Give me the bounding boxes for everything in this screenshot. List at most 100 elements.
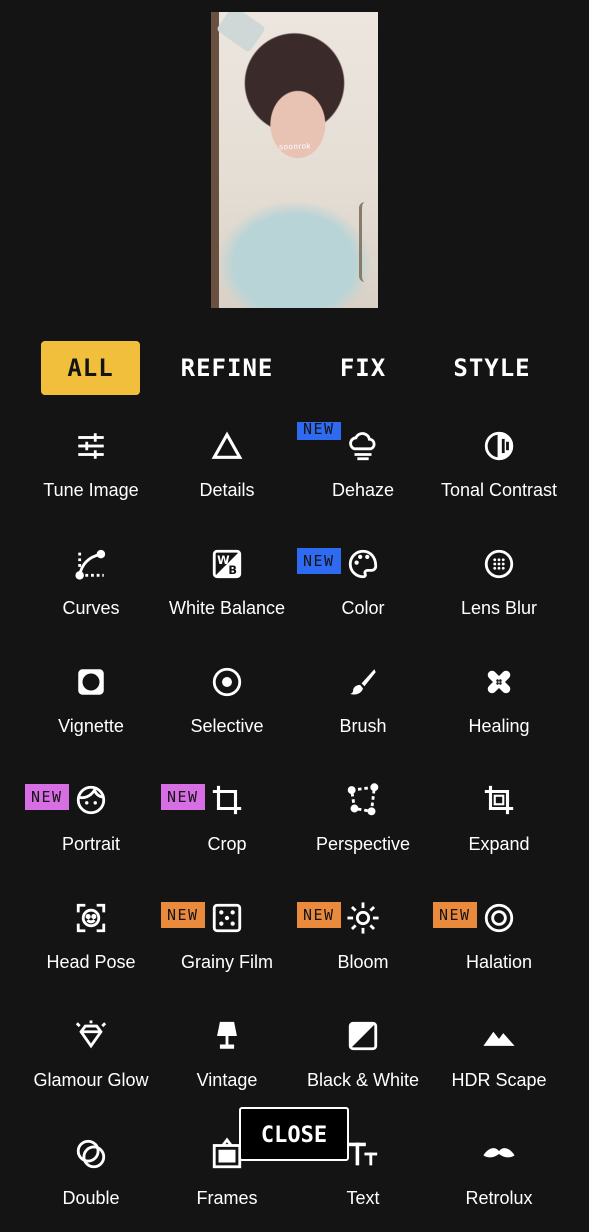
tool-label: Tonal Contrast (440, 480, 558, 500)
text-icon (345, 1136, 381, 1172)
tool-selective[interactable]: Selective (158, 650, 296, 760)
dice-icon (209, 900, 245, 936)
tool-tune-image[interactable]: Tune Image (22, 414, 160, 524)
tool-double[interactable]: Double (22, 1122, 160, 1232)
tool-label: Selective (190, 716, 264, 736)
vignette-icon (73, 664, 109, 700)
tool-label: Vintage (196, 1070, 258, 1090)
tool-label: Expand (468, 834, 530, 854)
tool-label: Vignette (58, 716, 124, 736)
bandage-icon (481, 664, 517, 700)
mountains-icon (481, 1018, 517, 1054)
tool-label: Details (199, 480, 255, 500)
lamp-icon (209, 1018, 245, 1054)
tab-fix[interactable]: FIX (320, 341, 406, 395)
cloud-haze-icon (345, 428, 381, 464)
tool-retrolux[interactable]: Retrolux (430, 1122, 568, 1232)
expand-icon (481, 782, 517, 818)
tool-details[interactable]: Details (158, 414, 296, 524)
tool-label: Bloom (337, 952, 389, 972)
palette-icon (345, 546, 381, 582)
tool-label: Curves (62, 598, 120, 618)
bw-icon (345, 1018, 381, 1054)
white-balance-icon: WB (209, 546, 245, 582)
tab-style[interactable]: STYLE (440, 341, 544, 395)
tool-label: Portrait (61, 834, 121, 854)
tool-white-balance[interactable]: W B White Balance (158, 532, 296, 642)
mustache-icon (481, 1136, 517, 1172)
paint-tube (216, 12, 266, 53)
tool-label: Brush (339, 716, 387, 736)
double-exposure-icon (73, 1136, 109, 1172)
photo-edge (211, 12, 219, 308)
new-badge: NEW (161, 784, 205, 810)
tool-label: Tune Image (43, 480, 139, 500)
tool-label: Double (62, 1188, 120, 1208)
tool-brush[interactable]: Brush (294, 650, 432, 760)
tool-label: Dehaze (331, 480, 395, 500)
new-badge: NEW (433, 902, 477, 928)
tool-hdr-scape[interactable]: HDR Scape (430, 1004, 568, 1114)
lens-blur-icon (481, 546, 517, 582)
tool-glamour-glow[interactable]: Glamour Glow (22, 1004, 160, 1114)
tool-tonal-contrast[interactable]: Tonal Contrast (430, 414, 568, 524)
halation-icon (481, 900, 517, 936)
tool-head-pose[interactable]: Head Pose (22, 886, 160, 996)
tab-refine[interactable]: REFINE (170, 341, 284, 395)
head-pose-icon (73, 900, 109, 936)
tool-color[interactable]: NEW Color (294, 532, 432, 642)
triangle-icon (209, 428, 245, 464)
face-icon (73, 782, 109, 818)
tool-lens-blur[interactable]: Lens Blur (430, 532, 568, 642)
brush-icon (345, 664, 381, 700)
tonal-contrast-icon (481, 428, 517, 464)
tool-label: Frames (196, 1188, 258, 1208)
tool-label: Healing (468, 716, 530, 736)
diamond-icon (73, 1018, 109, 1054)
tool-expand[interactable]: Expand (430, 768, 568, 878)
tool-perspective[interactable]: Perspective (294, 768, 432, 878)
tool-dehaze[interactable]: NEW Dehaze (294, 414, 432, 524)
new-badge: NEW (297, 548, 341, 574)
perspective-icon (345, 782, 381, 818)
tool-label: Perspective (315, 834, 411, 854)
tool-label: HDR Scape (451, 1070, 547, 1090)
tool-bloom[interactable]: NEW Bloom (294, 886, 432, 996)
category-tabs: ALL REFINE FIX STYLE (0, 341, 589, 397)
sun-icon (345, 900, 381, 936)
new-badge: NEW (25, 784, 69, 810)
tool-label: Black & White (306, 1070, 420, 1090)
tool-crop[interactable]: NEW Crop (158, 768, 296, 878)
tool-healing[interactable]: Healing (430, 650, 568, 760)
tool-label: Halation (465, 952, 533, 972)
tool-label: White Balance (168, 598, 286, 618)
tab-all[interactable]: ALL (41, 341, 140, 395)
new-badge: NEW (297, 422, 341, 440)
tool-label: Retrolux (465, 1188, 533, 1208)
close-button[interactable]: CLOSE (239, 1107, 349, 1161)
svg-text:B: B (228, 563, 237, 577)
crop-icon (209, 782, 245, 818)
photo-watermark: soonrok (278, 141, 312, 152)
tool-label: Lens Blur (460, 598, 538, 618)
binder-clip (359, 202, 376, 282)
tool-halation[interactable]: NEW Halation (430, 886, 568, 996)
tool-portrait[interactable]: NEW Portrait (22, 768, 160, 878)
tool-label: Text (346, 1188, 380, 1208)
sliders-icon (73, 428, 109, 464)
tool-curves[interactable]: Curves (22, 532, 160, 642)
tool-vignette[interactable]: Vignette (22, 650, 160, 760)
tool-label: Glamour Glow (33, 1070, 149, 1090)
tool-grainy-film[interactable]: NEW Grainy Film (158, 886, 296, 996)
tool-label: Head Pose (46, 952, 136, 972)
new-badge: NEW (297, 902, 341, 928)
selective-icon (209, 664, 245, 700)
new-badge: NEW (161, 902, 205, 928)
tool-vintage[interactable]: Vintage (158, 1004, 296, 1114)
curves-icon (73, 546, 109, 582)
tool-black-and-white[interactable]: Black & White (294, 1004, 432, 1114)
tool-label: Color (341, 598, 385, 618)
tool-label: Crop (207, 834, 247, 854)
photo-preview: soonrok (211, 12, 378, 308)
tool-label: Grainy Film (180, 952, 273, 972)
